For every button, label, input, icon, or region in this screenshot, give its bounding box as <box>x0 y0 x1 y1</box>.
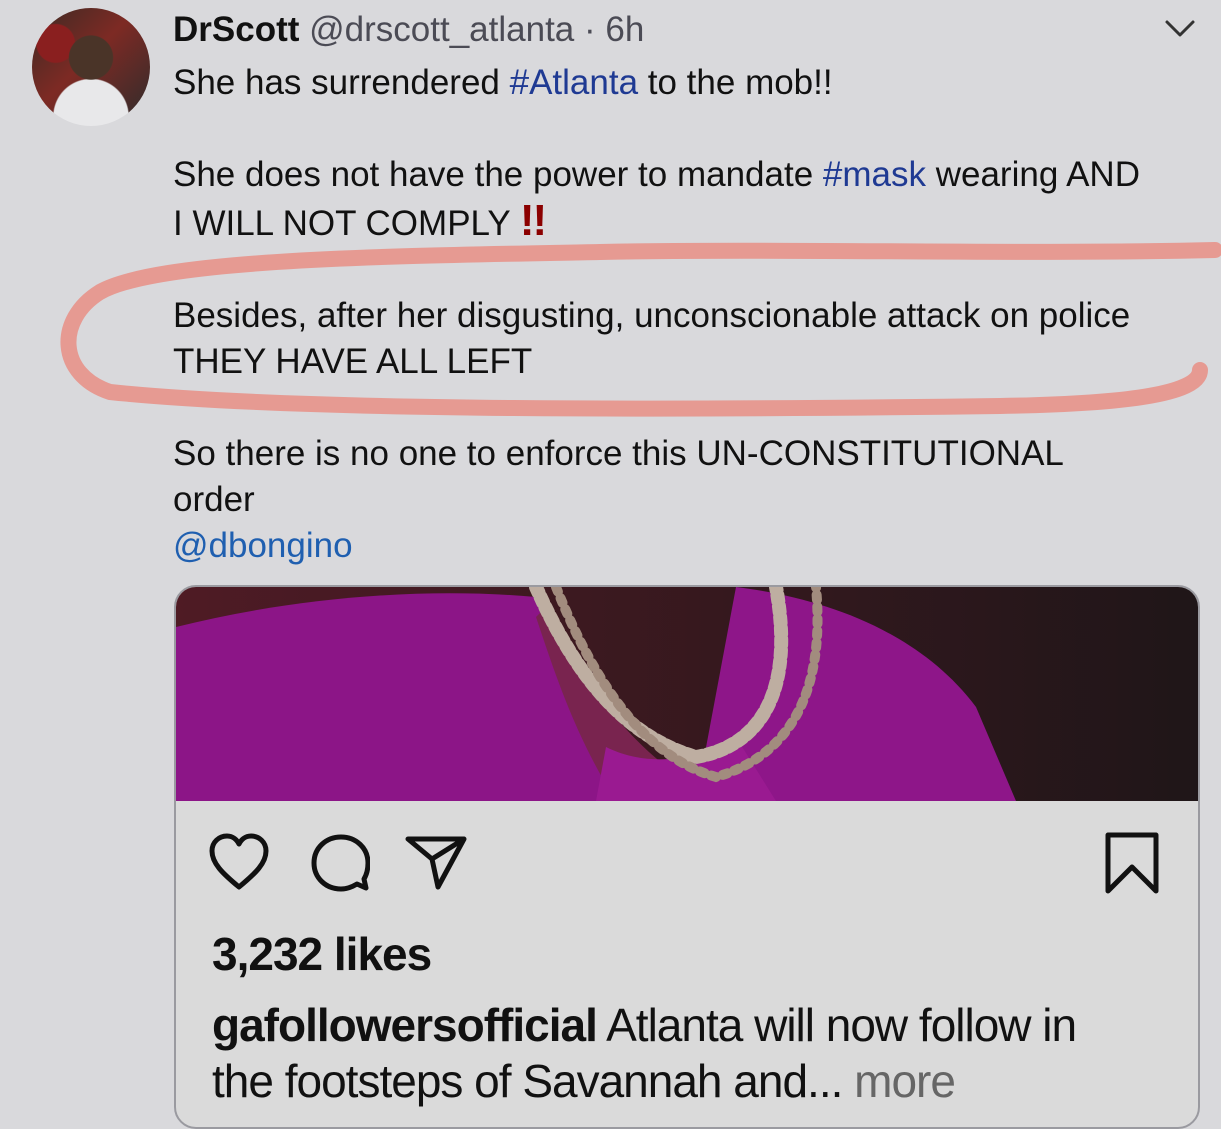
mention-link[interactable]: @dbongino <box>173 523 1203 569</box>
embed-photo[interactable] <box>176 587 1198 801</box>
tweet-time[interactable]: 6h <box>605 10 644 49</box>
hashtag-mask[interactable]: #mask <box>823 155 926 194</box>
author-handle[interactable]: @drscott_atlanta <box>309 10 574 49</box>
tweet-line: She does not have the power to mandate #… <box>173 155 1140 194</box>
chevron-down-icon[interactable] <box>1163 16 1197 42</box>
more-link[interactable]: more <box>854 1055 956 1107</box>
heart-icon[interactable] <box>208 833 270 891</box>
tweet-line: Besides, after her disgusting, unconscio… <box>173 296 1131 335</box>
tweet-line: THEY HAVE ALL LEFT <box>173 342 533 381</box>
separator: · <box>584 10 596 49</box>
author-avatar[interactable] <box>32 8 150 126</box>
share-icon[interactable] <box>404 833 468 891</box>
caption-username[interactable]: gafollowersofficial <box>212 999 598 1051</box>
hashtag-atlanta[interactable]: #Atlanta <box>510 63 638 102</box>
tweet-line: She has surrendered #Atlanta to the mob!… <box>173 63 833 102</box>
tweet-line: I WILL NOT COMPLY !! <box>173 196 547 245</box>
likes-count[interactable]: 3,232 likes <box>212 927 432 981</box>
tweet-line: order <box>173 480 255 519</box>
tweet-line: So there is no one to enforce this UN-CO… <box>173 434 1064 473</box>
instagram-embed-card[interactable]: 3,232 likes gafollowersofficial Atlanta … <box>174 585 1200 1129</box>
tweet-header: DrScott @drscott_atlanta · 6h <box>173 10 644 50</box>
double-exclamation-emoji: !! <box>519 196 547 245</box>
comment-icon[interactable] <box>310 833 370 893</box>
author-name[interactable]: DrScott <box>173 10 299 49</box>
bookmark-icon[interactable] <box>1104 831 1160 895</box>
tweet-text: She has surrendered #Atlanta to the mob!… <box>173 60 1203 569</box>
embed-caption: gafollowersofficial Atlanta will now fol… <box>212 999 1077 1107</box>
embed-actions <box>176 813 1198 895</box>
